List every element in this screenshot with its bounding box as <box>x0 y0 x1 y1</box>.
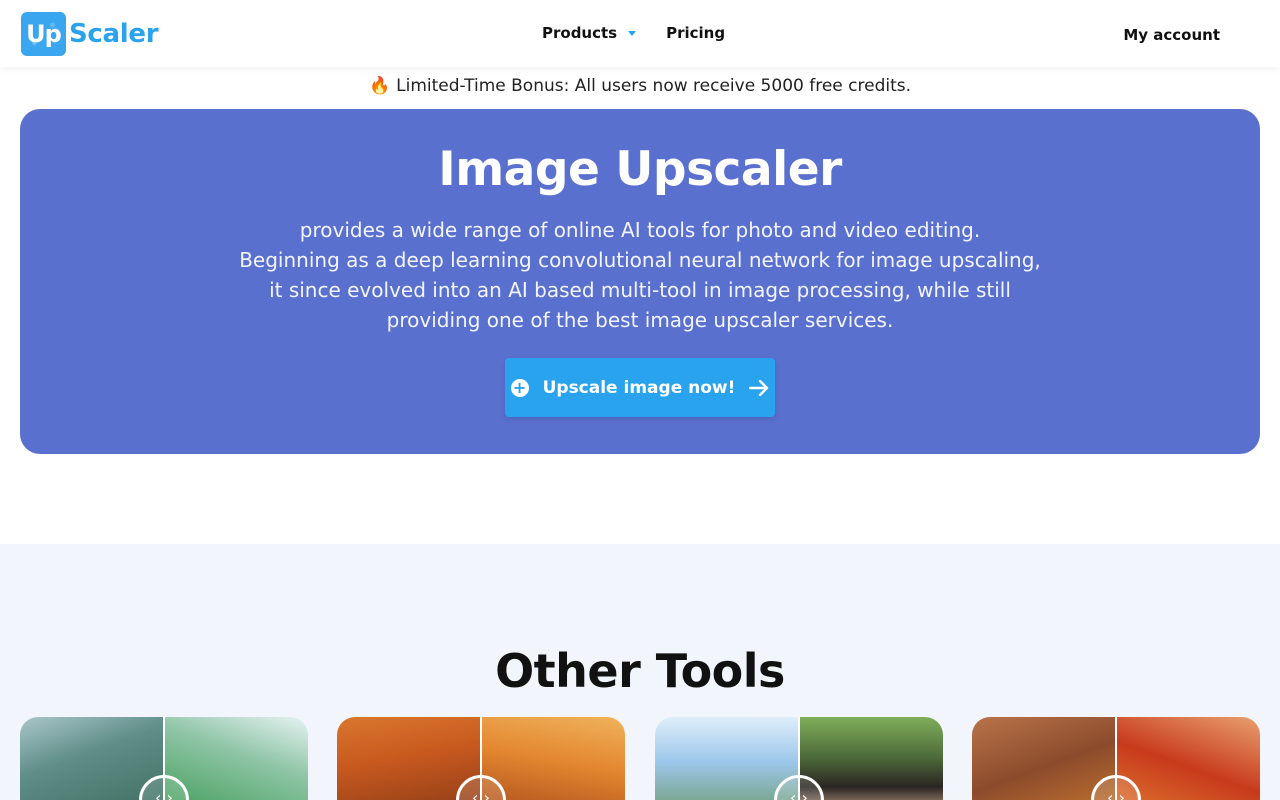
chevron-down-icon <box>628 31 637 36</box>
top-header: Up Scaler Products Pricing My account <box>0 0 1280 67</box>
promo-text: Limited-Time Bonus: All users now receiv… <box>396 76 912 96</box>
tool-card-1[interactable]: ‹ › <box>20 717 308 800</box>
upscale-image-button[interactable]: + Upscale image now! <box>505 358 775 417</box>
promo-banner: 🔥 Limited-Time Bonus: All users now recei… <box>0 76 1280 96</box>
other-tools-section: Other Tools ‹ › ‹ › ‹ › ‹ › <box>0 544 1280 800</box>
plus-circle-icon: + <box>510 378 529 397</box>
fire-icon: 🔥 <box>368 76 391 96</box>
other-tools-title: Other Tools <box>495 644 785 698</box>
hero-description: provides a wide range of online AI tools… <box>230 215 1050 335</box>
hero-description-line: provides a wide range of online AI tools… <box>299 218 981 242</box>
arrow-right-icon <box>749 379 769 396</box>
nav-products-label: Products <box>542 24 618 42</box>
main-nav: Products Pricing <box>542 24 725 42</box>
hero-description-line: it since evolved into an AI based multi-… <box>269 278 1011 302</box>
upscale-button-label: Upscale image now! <box>542 377 736 398</box>
tool-card-4[interactable]: ‹ › <box>972 717 1260 800</box>
nav-pricing[interactable]: Pricing <box>666 24 725 42</box>
hero-title: Image Upscaler <box>438 142 842 197</box>
logo-badge: Up <box>21 12 66 56</box>
nav-pricing-label: Pricing <box>666 24 726 42</box>
hero-description-line: Beginning as a deep learning convolution… <box>239 248 1041 272</box>
logo-text: Scaler <box>69 19 159 49</box>
logo[interactable]: Up Scaler <box>21 12 159 56</box>
hero-description-line: providing one of the best image upscaler… <box>386 308 894 332</box>
my-account-link[interactable]: My account <box>1123 26 1220 44</box>
nav-products[interactable]: Products <box>542 24 637 42</box>
tool-card-2[interactable]: ‹ › <box>337 717 625 800</box>
tool-card-3[interactable]: ‹ › <box>655 717 943 800</box>
hero-section: Image Upscaler provides a wide range of … <box>20 109 1260 454</box>
